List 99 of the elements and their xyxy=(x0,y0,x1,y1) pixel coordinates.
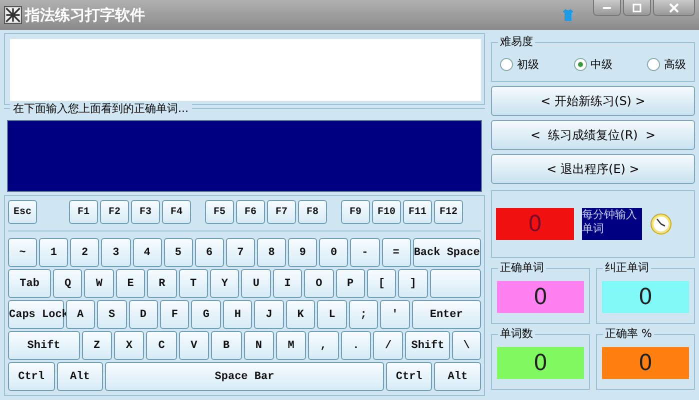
key[interactable]: F7 xyxy=(267,200,296,224)
key[interactable]: Esc xyxy=(8,200,37,224)
key[interactable]: Tab xyxy=(8,269,52,298)
key[interactable]: 1 xyxy=(39,238,68,267)
key[interactable]: 9 xyxy=(288,238,318,267)
key[interactable]: R xyxy=(147,269,177,298)
app-icon xyxy=(4,6,22,24)
key[interactable]: M xyxy=(276,331,306,360)
key[interactable]: \ xyxy=(452,331,481,360)
close-icon xyxy=(669,2,679,12)
key[interactable]: O xyxy=(304,269,334,298)
key[interactable]: ~ xyxy=(8,238,38,267)
group-label: 纠正单词 xyxy=(603,260,651,275)
key[interactable]: J xyxy=(254,300,284,329)
key[interactable]: F6 xyxy=(236,200,265,224)
group-label: 难易度 xyxy=(498,34,535,49)
maximize-button[interactable] xyxy=(623,0,651,16)
key[interactable]: F11 xyxy=(403,200,432,224)
speed-value: 0 xyxy=(496,208,574,240)
key[interactable]: [ xyxy=(366,269,396,298)
key[interactable]: S xyxy=(97,300,126,329)
key[interactable]: E xyxy=(116,269,146,298)
stat-value: 0 xyxy=(497,347,584,379)
key[interactable]: Ctrl xyxy=(8,362,55,391)
key[interactable]: F9 xyxy=(341,200,370,224)
window-title: 指法练习打字软件 xyxy=(25,6,146,24)
key[interactable]: Space Bar xyxy=(105,362,384,391)
input-field[interactable] xyxy=(7,120,482,192)
close-button[interactable] xyxy=(653,0,695,16)
key[interactable]: 5 xyxy=(164,238,193,267)
key[interactable]: Enter xyxy=(412,300,482,329)
key[interactable]: U xyxy=(241,269,271,298)
group-label: 在下面输入您上面看到的正确单词... xyxy=(10,101,192,116)
key[interactable]: . xyxy=(340,331,372,360)
key[interactable]: X xyxy=(114,331,144,360)
radio-option[interactable]: 高级 xyxy=(647,57,686,72)
key[interactable]: C xyxy=(146,331,177,360)
clock-icon xyxy=(650,213,672,235)
key[interactable]: A xyxy=(66,300,96,329)
key[interactable]: K xyxy=(286,300,316,329)
key[interactable]: - xyxy=(350,238,380,267)
key[interactable]: ' xyxy=(380,300,410,329)
key[interactable]: 8 xyxy=(257,238,286,267)
key[interactable]: Ctrl xyxy=(386,362,432,391)
key[interactable]: T xyxy=(178,269,208,298)
radio-option[interactable]: 中级 xyxy=(574,57,612,72)
key[interactable]: Y xyxy=(210,269,240,298)
minimize-icon xyxy=(603,6,611,8)
key[interactable]: F2 xyxy=(100,200,129,224)
group-label: 正确单词 xyxy=(498,260,546,275)
radio-option[interactable]: 初级 xyxy=(500,57,539,72)
speed-label: 每分钟输入单词 xyxy=(582,208,642,240)
key[interactable]: , xyxy=(308,331,339,360)
key[interactable]: L xyxy=(317,300,347,329)
key[interactable]: 7 xyxy=(226,238,255,267)
key[interactable]: 6 xyxy=(194,238,224,267)
key[interactable]: F5 xyxy=(205,200,234,224)
key[interactable]: B xyxy=(211,331,242,360)
key[interactable]: = xyxy=(382,238,411,267)
stat-value: 0 xyxy=(497,281,584,313)
key[interactable]: F xyxy=(160,300,190,329)
key[interactable]: Q xyxy=(53,269,82,298)
key[interactable]: F4 xyxy=(162,200,191,224)
stat-value: 0 xyxy=(602,281,689,313)
maximize-icon xyxy=(632,2,642,12)
key[interactable] xyxy=(430,269,482,298)
key[interactable]: Z xyxy=(82,331,112,360)
key[interactable]: F12 xyxy=(434,200,463,224)
key[interactable]: W xyxy=(84,269,114,298)
key[interactable]: ; xyxy=(348,300,378,329)
key[interactable]: Back Space xyxy=(412,238,482,267)
key[interactable]: I xyxy=(272,269,302,298)
key[interactable]: F1 xyxy=(69,200,98,224)
minimize-button[interactable] xyxy=(593,0,621,16)
key[interactable]: 3 xyxy=(101,238,130,267)
key[interactable]: F10 xyxy=(372,200,401,224)
action-button[interactable]: < 退出程序(E) > xyxy=(491,154,695,184)
key[interactable]: ] xyxy=(398,269,428,298)
key[interactable]: V xyxy=(178,331,210,360)
action-button[interactable]: < 开始新练习(S) > xyxy=(491,86,695,116)
key[interactable]: Alt xyxy=(56,362,104,391)
key[interactable]: F3 xyxy=(131,200,160,224)
group-label: 正确率 % xyxy=(603,326,654,341)
key[interactable]: H xyxy=(222,300,252,329)
key[interactable]: Shift xyxy=(8,331,80,360)
group-label: 单词数 xyxy=(498,326,535,341)
key[interactable]: 4 xyxy=(132,238,162,267)
key[interactable]: 0 xyxy=(319,238,348,267)
key[interactable]: F8 xyxy=(298,200,327,224)
key[interactable]: G xyxy=(191,300,221,329)
key[interactable]: D xyxy=(128,300,158,329)
key[interactable]: N xyxy=(244,331,274,360)
key[interactable]: 2 xyxy=(70,238,100,267)
key[interactable]: P xyxy=(336,269,365,298)
key[interactable]: Alt xyxy=(434,362,481,391)
key[interactable]: / xyxy=(373,331,404,360)
action-button[interactable]: < 练习成绩复位(R) > xyxy=(491,120,695,150)
stat-value: 0 xyxy=(602,347,689,379)
key[interactable]: Shift xyxy=(405,331,450,360)
